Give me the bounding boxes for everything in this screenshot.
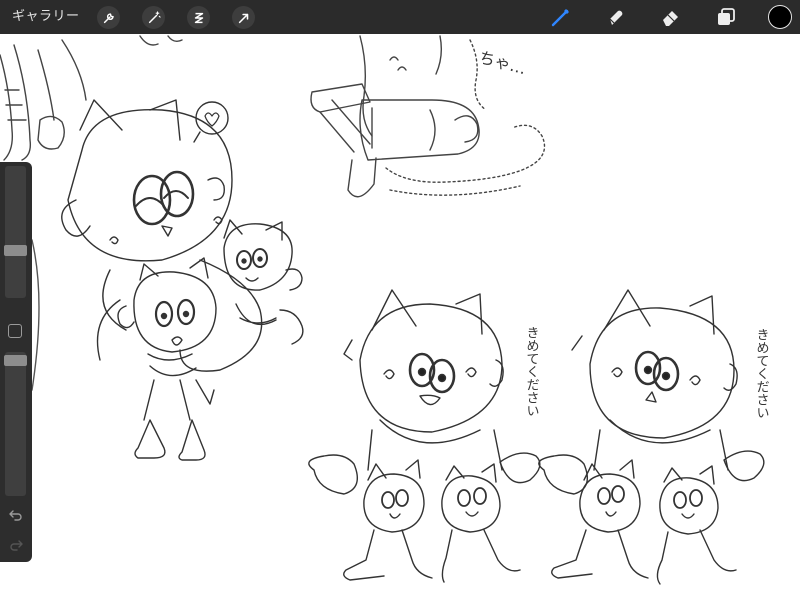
transform-arrow-icon[interactable] (232, 6, 255, 29)
opacity-slider[interactable] (4, 352, 27, 496)
color-picker-swatch[interactable] (768, 5, 792, 29)
brush-size-thumb[interactable] (4, 245, 27, 256)
small-robot-top-right-sketch (223, 219, 304, 345)
partial-stroke-left-edge (31, 239, 40, 391)
svg-text:きめてください: きめてください (524, 326, 539, 417)
magic-wand-icon[interactable] (142, 6, 165, 29)
caption-right: きめてください (754, 328, 769, 419)
svg-text:ちゃ…: ちゃ… (477, 48, 528, 79)
modify-button[interactable] (8, 324, 22, 338)
brush-size-slider[interactable] (4, 166, 27, 298)
gallery-button[interactable]: ギャラリー (12, 0, 80, 34)
robot-trio-sketch-right (538, 289, 765, 585)
brush-icon[interactable] (549, 5, 573, 29)
undo-icon[interactable] (8, 507, 24, 523)
chatter-text: ちゃ… (477, 48, 528, 79)
top-toolbar: ギャラリー (0, 0, 800, 34)
caption-left: きめてください (524, 326, 539, 417)
opacity-thumb[interactable] (4, 355, 27, 366)
svg-text:きめてください: きめてください (754, 328, 769, 419)
layers-icon[interactable] (714, 5, 738, 29)
eraser-icon[interactable] (659, 5, 683, 29)
smudge-icon[interactable] (604, 5, 628, 29)
drawing-canvas[interactable]: ちゃ… きめてください きめてください (0, 34, 800, 600)
robot-trio-sketch-middle (308, 289, 541, 583)
big-robot-hugging-sketch (61, 99, 263, 372)
wrench-icon[interactable] (97, 6, 120, 29)
small-robot-front-left-sketch (117, 257, 217, 461)
left-sidebar (0, 162, 32, 562)
redo-icon[interactable] (8, 537, 24, 553)
selection-icon[interactable] (187, 6, 210, 29)
partial-robot-sketch-top-left (0, 35, 183, 161)
